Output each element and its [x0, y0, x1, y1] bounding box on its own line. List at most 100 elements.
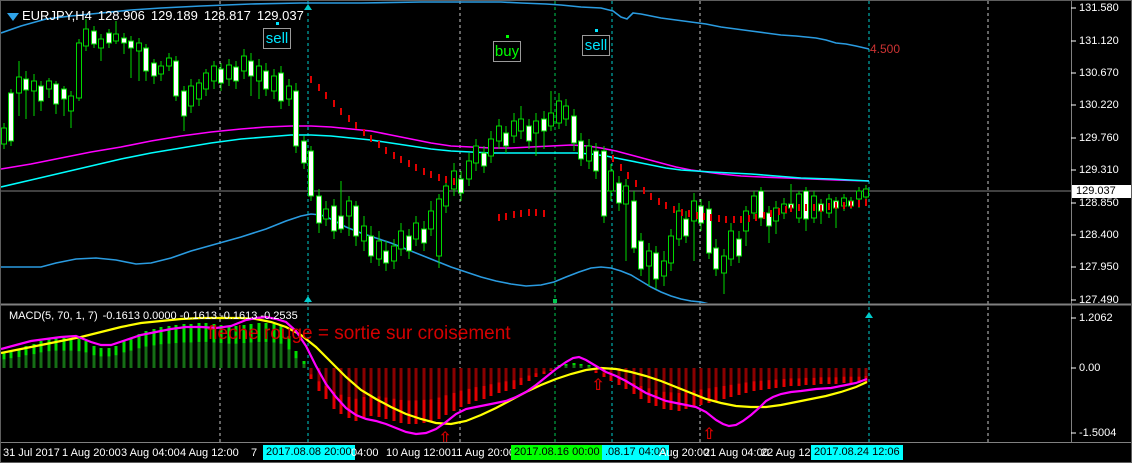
time-tick-label: 21 Aug 04:00	[704, 447, 769, 459]
time-tick-label: 2017.08.08 20:00	[263, 445, 355, 460]
exit-cross-arrow-icon: ⇧	[591, 375, 604, 394]
vline-arrow-icon	[304, 296, 312, 302]
exit-cross-arrow-icon: ⇧	[702, 424, 715, 443]
trail-dot	[543, 210, 545, 217]
candle-body-bear	[331, 205, 337, 232]
trail-dot	[865, 199, 867, 206]
candle-body-bull	[518, 118, 524, 132]
candle-body-bear	[458, 178, 464, 194]
candle-body-bear	[218, 68, 224, 84]
time-tick-label: 10 Aug 12:00	[386, 447, 451, 459]
level-price-label: 4.500	[870, 42, 901, 56]
candle-body-bear	[233, 66, 239, 82]
candle-body-bull	[563, 105, 569, 120]
candle-body-bear	[181, 90, 187, 117]
time-tick-label: Aug 20:00	[659, 447, 710, 459]
candle-body-bull	[166, 57, 172, 67]
trail-dot	[828, 203, 830, 210]
trail-dot	[710, 214, 712, 221]
ohlc-low: 128.817	[203, 8, 251, 23]
price-tick-label: 128.850	[1079, 197, 1119, 209]
candle-body-bear	[316, 195, 322, 224]
trail-dot	[785, 206, 787, 213]
trail-dot	[355, 122, 357, 129]
trail-dot	[763, 212, 765, 219]
price-pane	[1, 1, 870, 303]
time-tick-label: 04:00	[351, 447, 379, 459]
candle-body-bear	[338, 215, 344, 230]
ohlc-high: 129.189	[150, 8, 198, 23]
trail-dot	[681, 209, 683, 216]
price-tick-label: 127.490	[1079, 294, 1119, 306]
trail-dot	[635, 180, 637, 187]
trail-dot	[778, 208, 780, 215]
candle-body-bear	[293, 90, 299, 147]
candle-body-bear	[143, 47, 149, 72]
annotation-text: fleche rouge = sortie sur croisement	[208, 323, 511, 344]
candle-body-bear	[421, 228, 427, 244]
candle-body-bull	[751, 195, 757, 214]
candle-body-bear	[638, 240, 644, 270]
trail-dot	[535, 209, 537, 216]
trail-dot	[665, 202, 667, 209]
candle-body-bull	[586, 145, 592, 162]
trail-dot	[612, 155, 614, 162]
trail-dot	[805, 204, 807, 211]
sell-label-1[interactable]: sell	[263, 28, 291, 49]
buy-label-anchor-icon	[506, 35, 509, 38]
sell-label-2[interactable]: sell	[582, 35, 610, 56]
candle-body-bear	[128, 40, 134, 49]
trail-dot	[798, 204, 800, 211]
price-tick-label: 129.310	[1079, 164, 1119, 176]
candle-body-bull	[398, 230, 404, 250]
candle-body-bull	[728, 230, 734, 260]
chart-canvas[interactable]: ⇧⇧⇧	[1, 1, 1132, 463]
trail-dot	[850, 201, 852, 208]
trail-dot	[370, 135, 372, 142]
trail-dot	[733, 216, 735, 223]
symbol-title: EURJPY,H4 128.906 129.189 128.817 129.037	[22, 8, 310, 23]
price-tick-label: 131.120	[1079, 35, 1119, 47]
candle-body-bear	[631, 200, 637, 249]
candle-body-bear	[263, 70, 269, 90]
candle-body-bull	[428, 210, 434, 230]
candle-body-bear	[683, 218, 689, 237]
macd-indicator-label: MACD(5, 70, 1, 7) -0.1613 0.0000 -0.1613 …	[9, 310, 303, 322]
candle-body-bull	[556, 100, 562, 124]
candle-body-bear	[571, 115, 577, 144]
candle-body-bull	[68, 95, 74, 112]
candle-body-bear	[173, 60, 179, 97]
trail-dot	[858, 200, 860, 207]
trail-dot	[748, 215, 750, 222]
candle-body-bull	[1, 127, 7, 145]
candle-body-bear	[503, 132, 509, 147]
candle-body-bull	[98, 38, 104, 49]
ohlc-close: 129.037	[256, 8, 304, 23]
trail-dot	[725, 216, 727, 223]
trail-dot	[513, 211, 515, 218]
candle-body-bull	[203, 72, 209, 90]
trail-dot	[415, 164, 417, 171]
trail-dot	[790, 205, 792, 212]
trail-dot	[453, 178, 455, 185]
candle-body-bear	[23, 78, 29, 91]
price-tick-label: 127.950	[1079, 261, 1119, 273]
candle-body-bear	[616, 182, 622, 204]
candle-body-bull	[511, 120, 517, 137]
trail-dot	[718, 215, 720, 222]
buy-label[interactable]: buy	[493, 41, 521, 62]
price-tick-label: 130.670	[1079, 67, 1119, 79]
trail-dot	[333, 100, 335, 107]
candle-body-bear	[758, 190, 764, 219]
macd-tick-label: -1.5004	[1079, 427, 1117, 439]
chart-window: ⇧ ⇧ ⇧ EURJPY,H4 128.906 129.189 128.817 129.03…	[0, 0, 1132, 463]
trail-dot	[755, 214, 757, 221]
time-tick-label: 2017.08.16 00:00	[511, 445, 603, 460]
trail-dot	[348, 115, 350, 122]
vline-dot-icon	[553, 299, 557, 303]
candle-body-bull	[548, 112, 554, 127]
trail-dot	[318, 84, 320, 91]
trail-dot	[740, 216, 742, 223]
candle-body-bull	[256, 65, 262, 82]
candle-body-bear	[383, 250, 389, 264]
